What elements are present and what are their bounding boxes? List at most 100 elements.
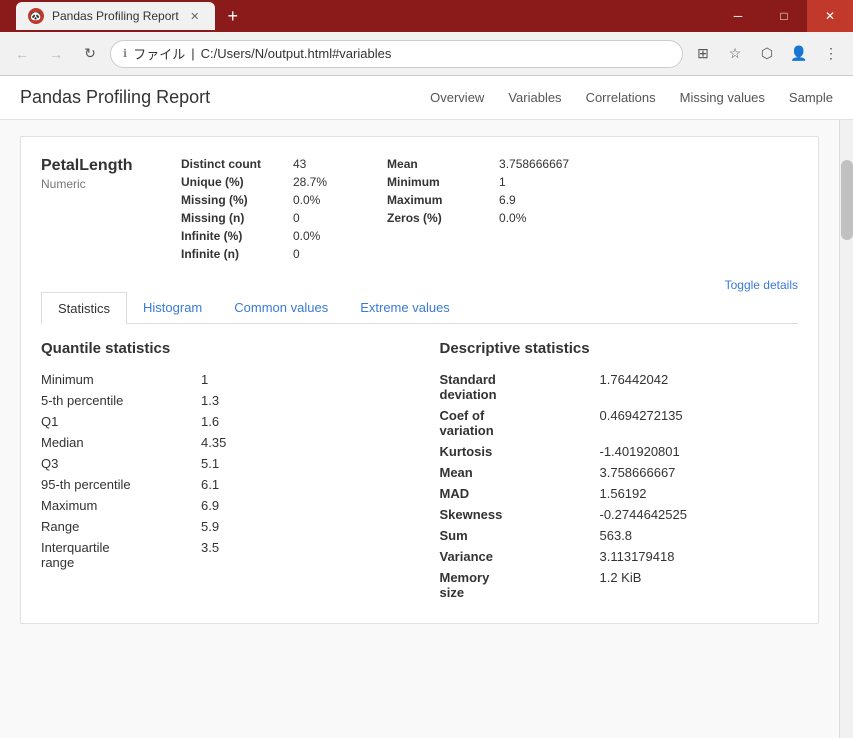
variable-type: Numeric: [41, 177, 161, 191]
tab-extreme-values[interactable]: Extreme values: [344, 292, 466, 324]
ds-label: Memorysize: [440, 570, 600, 600]
nav-variables[interactable]: Variables: [508, 90, 561, 105]
stats-col-left: Distinct count 43 Unique (%) 28.7% Missi…: [181, 157, 327, 261]
ds-label: Coef ofvariation: [440, 408, 600, 438]
stat-label: Mean: [387, 157, 487, 171]
minimize-button[interactable]: ─: [715, 0, 761, 32]
stat-label: Maximum: [387, 193, 487, 207]
stat-minimum: Minimum 1: [387, 175, 569, 189]
variable-name-section: PetalLength Numeric: [41, 157, 161, 261]
stat-value: 43: [293, 157, 306, 171]
ds-memory: Memorysize 1.2 KiB: [440, 567, 799, 603]
ds-mad: MAD 1.56192: [440, 483, 799, 504]
tab-close-btn[interactable]: ✕: [187, 8, 203, 24]
ds-value: 1.76442042: [600, 372, 669, 387]
stat-value: 3.758666667: [499, 157, 569, 171]
nav-overview[interactable]: Overview: [430, 90, 484, 105]
new-tab-button[interactable]: +: [219, 2, 247, 30]
ds-label: Kurtosis: [440, 444, 600, 459]
descriptive-stats-title: Descriptive statistics: [440, 340, 799, 357]
nav-sample[interactable]: Sample: [789, 90, 833, 105]
menu-icon[interactable]: ⋮: [817, 40, 845, 68]
ds-value: 0.4694272135: [600, 408, 683, 423]
tab-histogram[interactable]: Histogram: [127, 292, 218, 324]
stat-label: Missing (n): [181, 211, 281, 225]
stat-maximum: Maximum 6.9: [387, 193, 569, 207]
qs-label: Maximum: [41, 498, 201, 513]
variable-header: PetalLength Numeric Distinct count 43 Un…: [41, 157, 798, 261]
qs-label: Q1: [41, 414, 201, 429]
stat-zeros: Zeros (%) 0.0%: [387, 211, 569, 225]
nav-missing-values[interactable]: Missing values: [680, 90, 765, 105]
bookmark-icon[interactable]: ☆: [721, 40, 749, 68]
qs-value: 1: [201, 372, 208, 387]
qs-value: 1.6: [201, 414, 219, 429]
statistics-content: Quantile statistics Minimum 1 5-th perce…: [41, 340, 798, 603]
qs-value: 3.5: [201, 540, 219, 555]
ds-variance: Variance 3.113179418: [440, 546, 799, 567]
qs-label: 5-th percentile: [41, 393, 201, 408]
address-bar: ← → ↻ ℹ ファイル | C:/Users/N/output.html#va…: [0, 32, 853, 76]
ds-value: 1.56192: [600, 486, 647, 501]
toggle-details: Toggle details: [41, 277, 798, 292]
ds-sum: Sum 563.8: [440, 525, 799, 546]
pdf-icon[interactable]: ⬡: [753, 40, 781, 68]
stats-grid: Distinct count 43 Unique (%) 28.7% Missi…: [181, 157, 798, 261]
ds-value: 3.113179418: [600, 549, 675, 564]
close-button[interactable]: ✕: [807, 0, 853, 32]
qs-q3: Q3 5.1: [41, 453, 400, 474]
scrollbar-track[interactable]: [839, 120, 853, 738]
qs-label: Interquartilerange: [41, 540, 201, 570]
tab-title: Pandas Profiling Report: [52, 9, 179, 23]
ds-label: Variance: [440, 549, 600, 564]
app-header: Pandas Profiling Report Overview Variabl…: [0, 76, 853, 120]
qs-label: Median: [41, 435, 201, 450]
maximize-button[interactable]: □: [761, 0, 807, 32]
toggle-details-link[interactable]: Toggle details: [725, 278, 798, 292]
translate-icon[interactable]: ⊞: [689, 40, 717, 68]
stat-value: 0.0%: [293, 229, 320, 243]
qs-label: Q3: [41, 456, 201, 471]
nav-correlations[interactable]: Correlations: [586, 90, 656, 105]
ds-label: Standarddeviation: [440, 372, 600, 402]
browser-tab[interactable]: 🐼 Pandas Profiling Report ✕: [16, 2, 215, 30]
stat-value: 0.0%: [499, 211, 526, 225]
ds-mean: Mean 3.758666667: [440, 462, 799, 483]
qs-value: 5.1: [201, 456, 219, 471]
stat-infinite-n: Infinite (n) 0: [181, 247, 327, 261]
stat-infinite-pct: Infinite (%) 0.0%: [181, 229, 327, 243]
stat-value: 28.7%: [293, 175, 327, 189]
refresh-button[interactable]: ↻: [76, 40, 104, 68]
url-text: C:/Users/N/output.html#variables: [201, 46, 392, 61]
forward-button[interactable]: →: [42, 40, 70, 68]
account-icon[interactable]: 👤: [785, 40, 813, 68]
stat-value: 1: [499, 175, 506, 189]
window-controls: ─ □ ✕: [715, 0, 853, 32]
tab-statistics[interactable]: Statistics: [41, 292, 127, 324]
tabs-row: Statistics Histogram Common values Extre…: [41, 292, 798, 324]
stat-label: Unique (%): [181, 175, 281, 189]
scrollbar-thumb[interactable]: [841, 160, 853, 240]
qs-value: 6.9: [201, 498, 219, 513]
ds-kurtosis: Kurtosis -1.401920801: [440, 441, 799, 462]
stat-label: Distinct count: [181, 157, 281, 171]
qs-label: Range: [41, 519, 201, 534]
qs-value: 4.35: [201, 435, 226, 450]
title-bar: 🐼 Pandas Profiling Report ✕ + ─ □ ✕: [0, 0, 853, 32]
url-bar[interactable]: ℹ ファイル | C:/Users/N/output.html#variable…: [110, 40, 683, 68]
quantile-stats-title: Quantile statistics: [41, 340, 400, 357]
qs-iqr: Interquartilerange 3.5: [41, 537, 400, 573]
url-separator: |: [191, 46, 194, 61]
stat-missing-n: Missing (n) 0: [181, 211, 327, 225]
qs-label: Minimum: [41, 372, 201, 387]
qs-median: Median 4.35: [41, 432, 400, 453]
stat-value: 0: [293, 247, 300, 261]
back-button[interactable]: ←: [8, 40, 36, 68]
ds-skewness: Skewness -0.2744642525: [440, 504, 799, 525]
qs-q1: Q1 1.6: [41, 411, 400, 432]
variable-name: PetalLength: [41, 157, 161, 175]
ds-value: 3.758666667: [600, 465, 676, 480]
ds-label: Skewness: [440, 507, 600, 522]
tab-common-values[interactable]: Common values: [218, 292, 344, 324]
qs-value: 5.9: [201, 519, 219, 534]
